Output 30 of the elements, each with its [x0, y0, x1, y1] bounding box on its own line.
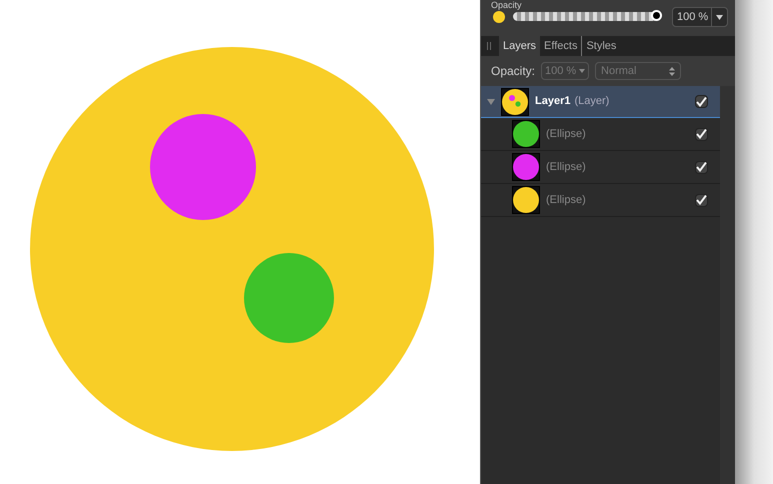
visibility-checkbox[interactable]	[695, 95, 708, 108]
layer-type: (Layer)	[574, 94, 610, 110]
stepper-icon	[669, 66, 676, 76]
layer-thumbnail	[512, 120, 540, 148]
layer-row[interactable]: (Ellipse)	[481, 151, 720, 184]
layer-name: (Ellipse)	[546, 192, 586, 208]
panel-title: Opacity	[491, 0, 522, 10]
layer-row[interactable]: (Ellipse)	[481, 118, 720, 151]
caret-icon	[716, 14, 723, 20]
opacity-label: Opacity:	[491, 63, 536, 80]
layer-name: (Ellipse)	[546, 126, 586, 142]
layer-row[interactable]: Layer1 (Layer)	[481, 86, 720, 118]
layer-thumbnail	[501, 88, 529, 116]
layer-thumbnail	[512, 153, 540, 181]
visibility-checkbox[interactable]	[695, 128, 708, 140]
layer-row[interactable]: (Ellipse)	[481, 184, 720, 217]
panel-tab[interactable]: Layers	[499, 36, 540, 56]
visibility-checkbox[interactable]	[695, 194, 708, 206]
layer-thumbnail	[512, 186, 540, 214]
color-swatch[interactable]	[493, 11, 505, 23]
layer-name: (Ellipse)	[546, 160, 586, 175]
opacity-dropdown[interactable]: 100 %	[672, 7, 728, 27]
panel-tab[interactable]: Effects	[540, 36, 582, 56]
opacity-slider[interactable]	[513, 12, 659, 21]
slider-thumb[interactable]	[651, 10, 662, 21]
grip-icon[interactable]	[487, 42, 491, 50]
layer-name: Layer1	[535, 94, 570, 110]
visibility-checkbox[interactable]	[695, 160, 708, 174]
scrollbar-track[interactable]	[720, 86, 735, 484]
caret-icon	[579, 69, 586, 73]
